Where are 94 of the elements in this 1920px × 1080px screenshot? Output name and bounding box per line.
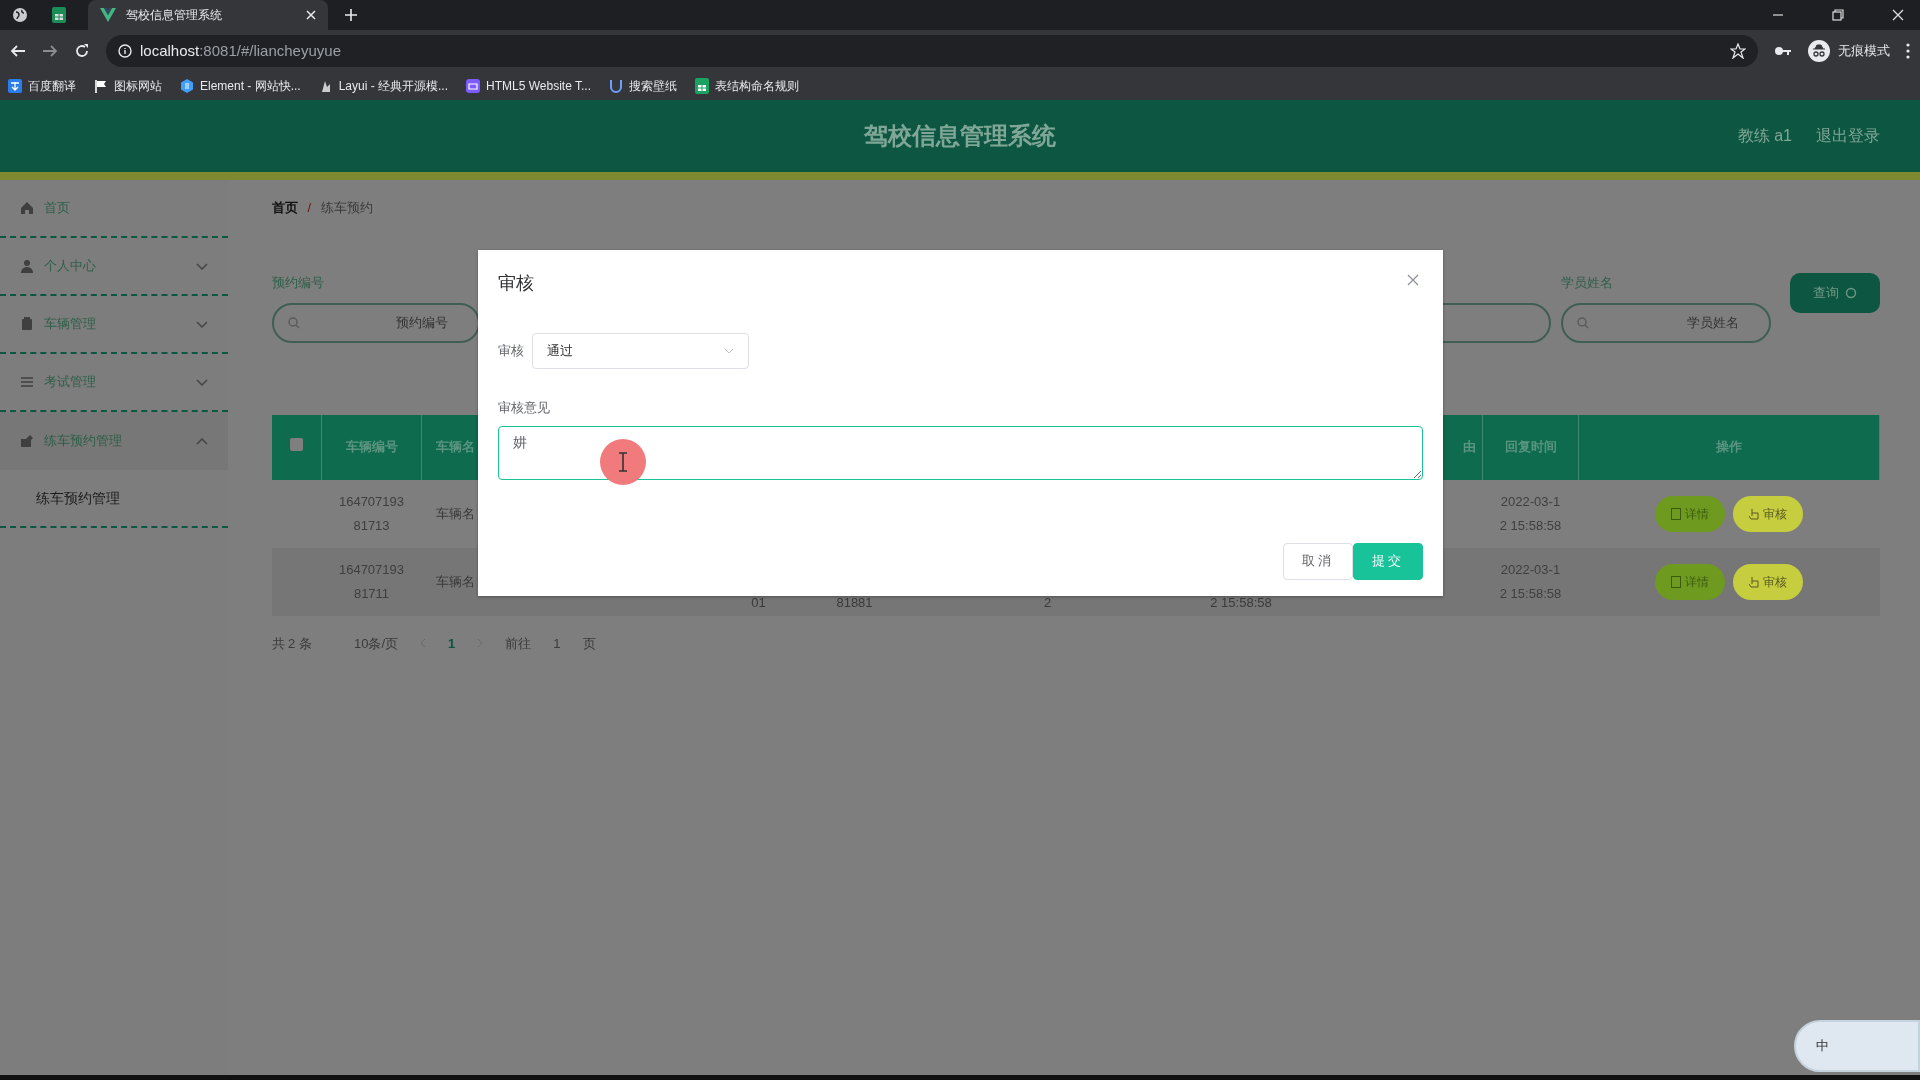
page-size-select[interactable]: 10条/页 [353,633,399,653]
close-icon [1407,274,1419,286]
bookmark-link[interactable]: 图标网站 [114,77,162,95]
translate-icon[interactable] [8,79,22,93]
chevron-down-icon [195,262,208,270]
document-icon [1671,507,1681,520]
bookmark-link[interactable]: 搜索壁纸 [629,77,677,95]
back-icon[interactable] [10,43,26,59]
chevron-down-icon [195,378,208,386]
checkbox[interactable] [289,438,303,452]
logout-link[interactable]: 退出登录 [1816,124,1880,148]
home-icon [20,201,34,215]
breadcrumb-item[interactable]: 首页 [271,198,298,218]
page-suffix: 页 [582,634,596,653]
breadcrumb-item: 练车预约 [321,199,374,218]
user-name: 教练 a1 [1737,126,1792,146]
field-label: 审核 [498,342,524,361]
goto-label: 前往 [505,634,532,653]
field-label: 预约编号 [271,274,325,292]
profile-label[interactable]: 无痕模式 [1838,41,1890,61]
key-icon[interactable] [1774,45,1792,57]
forward-icon[interactable] [42,43,58,59]
goto-page-field[interactable]: 1 [553,633,561,653]
detail-button[interactable]: 详情 [1655,495,1725,532]
document-icon [1671,575,1681,588]
browser-tab[interactable]: 驾校信息管理系统 [88,0,328,30]
comment-field[interactable]: 妌 [498,425,1423,480]
list-icon [20,375,34,389]
cancel-button[interactable]: 取消 [1283,542,1353,580]
restore-icon[interactable] [1832,9,1844,21]
incognito-icon[interactable] [1808,40,1830,62]
close-icon[interactable] [306,10,316,20]
review-select[interactable]: 通过 [532,333,749,369]
hexagon-icon[interactable] [180,79,194,93]
query-button[interactable]: 查询 [1790,273,1880,313]
info-icon [118,44,132,58]
bookmark-star-icon[interactable] [1730,43,1746,59]
table-cell-text: 16470719381713 [337,492,406,535]
hand-pointer-icon [1749,507,1759,520]
column-header: 车辆编号 [345,439,398,455]
sidebar-subitem[interactable]: 练车预约管理 [0,470,228,528]
bookmark-link[interactable]: Layui - 经典开源模... [338,77,449,95]
dialog-title: 审核 [498,272,534,295]
bookmark-link[interactable]: 百度翻译 [28,77,76,95]
bookmark-link[interactable]: 表结构命名规则 [715,77,799,95]
app-square-icon[interactable] [466,79,481,93]
address-bar[interactable]: localhost:8081/#/liancheyuyue [106,35,1758,67]
search-field[interactable]: 学员姓名 [1560,302,1771,343]
search-icon [1845,287,1857,299]
v-logo-icon [100,8,116,22]
reload-icon[interactable] [74,43,90,59]
u-icon[interactable] [609,79,623,93]
bookmark-link[interactable]: HTML5 Website T... [486,77,591,95]
table-cell: 车辆名 [435,505,475,521]
briefcase-icon [20,434,34,448]
person-icon [20,259,34,273]
hand-pointer-icon [1749,575,1759,588]
flag-icon[interactable] [94,79,108,93]
column-header: 操作 [1716,439,1742,455]
close-icon[interactable] [1892,9,1904,21]
detail-button[interactable]: 详情 [1655,563,1725,600]
cursor-highlight-icon [600,439,646,485]
search-field[interactable]: 预约编号 [271,302,480,343]
app-title: 驾校信息管理系统 [864,121,1056,151]
column-header: 回复时间 [1504,439,1557,455]
more-menu-icon[interactable] [1906,43,1910,59]
search-icon [1576,316,1589,329]
table-cell: 车辆名 [435,573,475,589]
globe-icon[interactable] [12,7,28,23]
table-cell: 81881 [836,594,873,610]
clipboard-icon [20,317,34,331]
chevron-down-icon [195,320,208,328]
chevron-down-icon [724,348,734,354]
table-cell-text: 2022-03-12 15:58:58 [1498,492,1563,535]
table-cell-text: 16470719381711 [337,560,406,603]
table-cell: 2 [1043,594,1052,610]
bookmark-link[interactable]: Element - 网站快... [200,77,301,95]
table-cell: 2 15:58:58 [1210,594,1272,610]
column-header: 车辆名 [436,439,475,455]
sheet-icon[interactable] [695,78,709,94]
review-button[interactable]: 审核 [1733,563,1803,600]
chevron-up-icon [195,437,208,445]
new-tab-icon[interactable] [344,8,358,22]
total-count: 共 2 条 [271,634,312,653]
column-header: 由 [1463,439,1476,455]
table-cell: 01 [751,594,766,610]
review-button[interactable]: 审核 [1733,495,1803,532]
breadcrumb-separator: / [307,199,312,218]
url-text[interactable]: localhost:8081/#/liancheyuyue [140,39,341,63]
field-label: 学员姓名 [1560,274,1614,292]
field-label: 审核意见 [498,399,551,417]
sheet-icon[interactable] [52,7,66,23]
ime-mode-indicator[interactable]: 中 [1816,1036,1829,1056]
search-icon [287,316,300,329]
